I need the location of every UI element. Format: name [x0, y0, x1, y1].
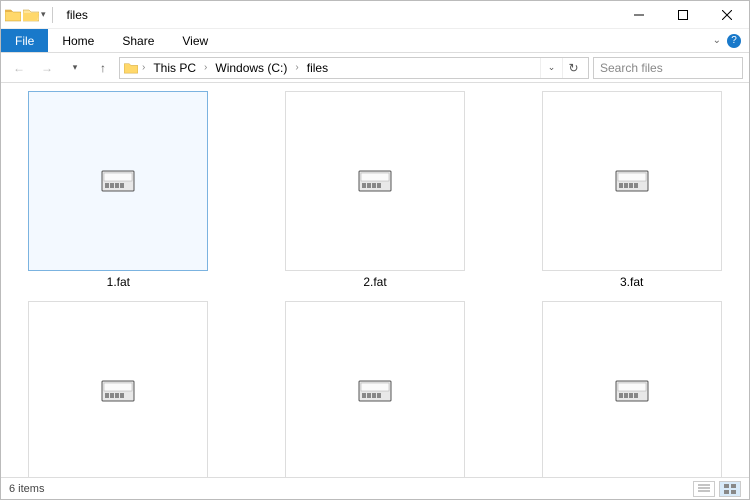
drive-icon	[358, 170, 392, 192]
recent-locations-button[interactable]: ▾	[63, 56, 87, 80]
tab-share[interactable]: Share	[108, 29, 168, 52]
help-icon[interactable]: ?	[727, 34, 741, 48]
thumbnails-view-button[interactable]	[719, 481, 741, 497]
drive-icon	[615, 380, 649, 402]
file-thumbnail	[28, 91, 208, 271]
file-item[interactable]: 5.fat	[272, 301, 479, 477]
refresh-button[interactable]: ↻	[562, 58, 584, 78]
titlebar: ▾ files	[1, 1, 749, 29]
tab-home[interactable]: Home	[48, 29, 108, 52]
file-item[interactable]: 2.fat	[272, 91, 479, 289]
file-thumbnail	[285, 91, 465, 271]
up-button[interactable]: ↑	[91, 56, 115, 80]
file-thumbnail	[542, 91, 722, 271]
drive-icon	[615, 170, 649, 192]
crumb-folder[interactable]: files	[303, 61, 332, 75]
folder-open-icon	[23, 8, 39, 22]
file-item[interactable]: 6.fat	[528, 301, 735, 477]
file-item[interactable]: 4.fat	[15, 301, 222, 477]
file-name: 2.fat	[363, 275, 386, 289]
file-item[interactable]: 3.fat	[528, 91, 735, 289]
window-title: files	[67, 8, 88, 22]
back-button[interactable]: ←	[7, 56, 31, 80]
crumb-drive[interactable]: Windows (C:)	[211, 61, 291, 75]
item-count: 6 items	[9, 483, 44, 495]
file-name: 3.fat	[620, 275, 643, 289]
qat-overflow-icon[interactable]: ▾	[41, 9, 46, 20]
chevron-right-icon[interactable]: ›	[140, 62, 147, 73]
chevron-right-icon[interactable]: ›	[293, 62, 300, 73]
file-thumbnail	[542, 301, 722, 477]
address-bar: ← → ▾ ↑ › This PC › Windows (C:) › files…	[1, 53, 749, 83]
file-item[interactable]: 1.fat	[15, 91, 222, 289]
history-dropdown-button[interactable]: ⌄	[540, 58, 562, 78]
forward-button[interactable]: →	[35, 56, 59, 80]
ribbon: File Home Share View ⌄ ?	[1, 29, 749, 53]
drive-icon	[358, 380, 392, 402]
file-list[interactable]: 1.fat 2.fat 3.fat	[1, 83, 749, 477]
file-thumbnail	[285, 301, 465, 477]
details-view-button[interactable]	[693, 481, 715, 497]
tab-view[interactable]: View	[168, 29, 222, 52]
drive-icon	[101, 170, 135, 192]
minimize-button[interactable]	[617, 1, 661, 29]
maximize-button[interactable]	[661, 1, 705, 29]
search-input[interactable]: Search files	[593, 57, 743, 79]
tab-file[interactable]: File	[1, 29, 48, 52]
breadcrumb[interactable]: › This PC › Windows (C:) › files ⌄ ↻	[119, 57, 589, 79]
folder-icon	[124, 62, 138, 74]
close-button[interactable]	[705, 1, 749, 29]
status-bar: 6 items	[1, 477, 749, 499]
file-thumbnail	[28, 301, 208, 477]
file-name: 1.fat	[107, 275, 130, 289]
ribbon-expand-icon[interactable]: ⌄	[713, 35, 721, 46]
crumb-this-pc[interactable]: This PC	[149, 61, 200, 75]
drive-icon	[101, 380, 135, 402]
chevron-right-icon[interactable]: ›	[202, 62, 209, 73]
folder-icon	[5, 8, 21, 22]
